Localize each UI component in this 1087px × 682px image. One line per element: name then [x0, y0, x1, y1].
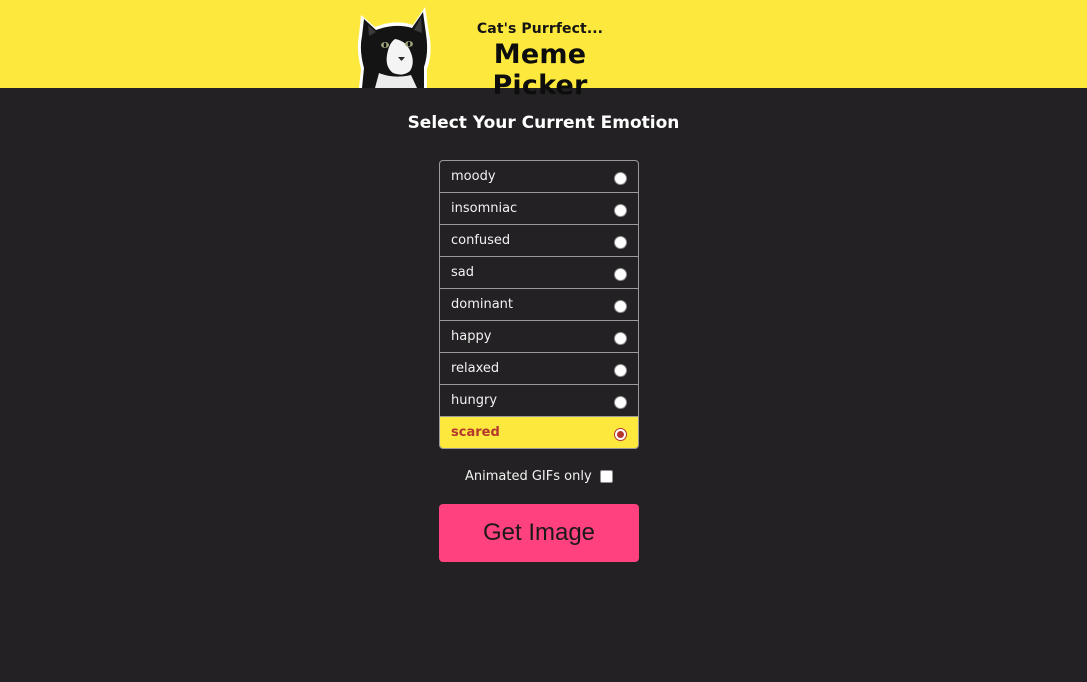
emotion-option-sad[interactable]: sad	[440, 257, 638, 289]
emotion-label: scared	[451, 425, 500, 440]
get-image-button[interactable]: Get Image	[439, 504, 639, 562]
emotion-option-insomniac[interactable]: insomniac	[440, 193, 638, 225]
emotion-radio[interactable]	[614, 204, 627, 217]
emotion-option-dominant[interactable]: dominant	[440, 289, 638, 321]
emotion-radio[interactable]	[614, 236, 627, 249]
emotion-label: insomniac	[451, 201, 518, 216]
emotion-radio[interactable]	[614, 300, 627, 313]
emotion-radio[interactable]	[614, 428, 627, 441]
emotion-radio[interactable]	[614, 364, 627, 377]
emotion-label: hungry	[451, 393, 498, 408]
page-title: Meme Picker	[492, 39, 588, 101]
cat-logo-icon	[357, 7, 431, 88]
emotion-radio[interactable]	[614, 396, 627, 409]
gifs-only-checkbox[interactable]	[600, 470, 613, 483]
emotion-radio[interactable]	[614, 268, 627, 281]
emotion-option-relaxed[interactable]: relaxed	[440, 353, 638, 385]
emotion-option-moody[interactable]: moody	[440, 161, 638, 193]
emotion-option-confused[interactable]: confused	[440, 225, 638, 257]
emotion-label: relaxed	[451, 361, 500, 376]
section-title: Select Your Current Emotion	[407, 113, 680, 133]
emotion-label: happy	[451, 329, 492, 344]
emotion-label: dominant	[451, 297, 514, 312]
emotion-label: moody	[451, 169, 496, 184]
emotion-label: confused	[451, 233, 511, 248]
emotion-radio[interactable]	[614, 172, 627, 185]
emotion-option-scared[interactable]: scared	[440, 417, 638, 448]
gifs-only-option[interactable]: Animated GIFs only	[465, 468, 625, 486]
emotion-radio[interactable]	[614, 332, 627, 345]
gifs-only-label: Animated GIFs only	[465, 469, 592, 484]
emotion-label: sad	[451, 265, 474, 280]
header-subtitle: Cat's Purrfect...	[476, 21, 604, 37]
emotion-option-happy[interactable]: happy	[440, 321, 638, 353]
header: Cat's Purrfect... Meme Picker	[0, 0, 1087, 101]
emotion-radio-list: moody insomniac confused sad dominant happy re…	[439, 160, 639, 449]
emotion-option-hungry[interactable]: hungry	[440, 385, 638, 417]
